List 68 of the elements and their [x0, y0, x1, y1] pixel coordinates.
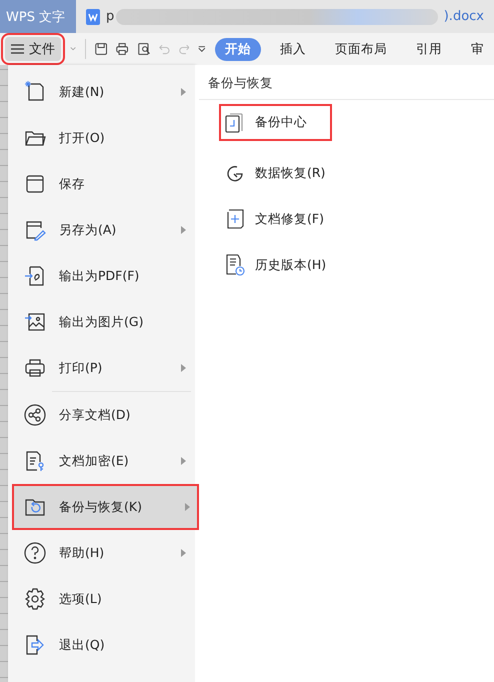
menu-label: 备份与恢复(K): [59, 498, 143, 516]
save-icon[interactable]: [94, 41, 108, 57]
ribbon-tab[interactable]: 页面布局: [325, 38, 398, 60]
exit-icon: [24, 634, 46, 656]
save-icon: [24, 173, 46, 195]
menu-item[interactable]: 输出为图片(G): [8, 299, 195, 345]
submenu-arrow-icon: [181, 88, 186, 96]
menu-item[interactable]: 保存: [8, 161, 195, 207]
menu-item[interactable]: 文档加密(E): [8, 438, 195, 484]
more-icon[interactable]: [198, 45, 206, 53]
print-preview-icon[interactable]: [138, 41, 150, 57]
submenu-title: 备份与恢复: [207, 75, 274, 92]
new-file-icon: [24, 81, 46, 103]
backup-center-icon: [225, 112, 245, 134]
submenu-label: 文档修复(F): [255, 210, 324, 228]
menu-label: 文档加密(E): [59, 452, 130, 470]
document-icon: [86, 8, 100, 24]
menu-item[interactable]: 分享文档(D): [8, 392, 195, 438]
menu-label: 输出为图片(G): [59, 314, 144, 330]
menu-label: 打开(O): [59, 130, 106, 146]
menu-label: 另存为(A): [59, 222, 118, 238]
ribbon-tab[interactable]: 插入: [270, 38, 316, 60]
submenu-arrow-icon: [181, 549, 186, 557]
history-icon: [225, 254, 245, 276]
menu-item[interactable]: 另存为(A): [8, 207, 195, 253]
menu-item[interactable]: 打开(O): [8, 115, 195, 161]
menu-icon: [11, 44, 24, 54]
menu-item[interactable]: 新建(N): [8, 69, 195, 115]
help-icon: [24, 542, 46, 564]
settings-icon: [24, 588, 46, 610]
ribbon-tab[interactable]: 引用: [406, 38, 452, 60]
submenu-arrow-icon: [185, 503, 190, 511]
submenu-item[interactable]: 文档修复(F): [195, 196, 494, 242]
menu-label: 选项(L): [59, 590, 103, 608]
printer-icon: [24, 357, 46, 379]
menu-item[interactable]: 帮助(H): [8, 530, 195, 576]
submenu-arrow-icon: [181, 364, 186, 372]
save-as-icon: [24, 219, 46, 241]
menu-label: 保存: [59, 176, 86, 192]
menu-item[interactable]: 备份与恢复(K): [12, 484, 199, 530]
share-icon: [24, 404, 46, 426]
submenu-arrow-icon: [181, 226, 186, 234]
menu-item[interactable]: 打印(P): [8, 345, 195, 391]
menu-label: 打印(P): [59, 360, 104, 376]
menu-item[interactable]: 退出(Q): [8, 622, 195, 668]
export-image-icon: [24, 311, 46, 333]
submenu-item[interactable]: 数据恢复(R): [195, 150, 494, 196]
menu-label: 分享文档(D): [59, 406, 132, 424]
submenu-label: 备份中心: [255, 114, 307, 131]
document-title: p: [106, 9, 114, 24]
export-pdf-icon: [24, 265, 46, 287]
menu-item[interactable]: 输出为PDF(F): [8, 253, 195, 299]
submenu-item[interactable]: 历史版本(H): [195, 242, 494, 288]
submenu-label: 数据恢复(R): [255, 164, 326, 182]
ribbon-tab[interactable]: 审: [461, 38, 494, 60]
printer-icon[interactable]: [116, 41, 128, 57]
document-title: ).docx: [444, 9, 484, 24]
submenu-arrow-icon: [181, 457, 186, 465]
menu-label: 输出为PDF(F): [59, 268, 140, 284]
menu-label: 帮助(H): [59, 544, 106, 562]
submenu-item[interactable]: 备份中心: [219, 104, 332, 141]
submenu-label: 历史版本(H): [255, 256, 326, 274]
menu-label: 退出(Q): [59, 636, 106, 654]
menu-label: 新建(N): [59, 84, 106, 100]
menu-item[interactable]: 选项(L): [8, 576, 195, 622]
file-menu-button[interactable]: 文件: [5, 37, 61, 61]
encrypt-icon: [24, 450, 46, 472]
repair-icon: [225, 208, 245, 230]
